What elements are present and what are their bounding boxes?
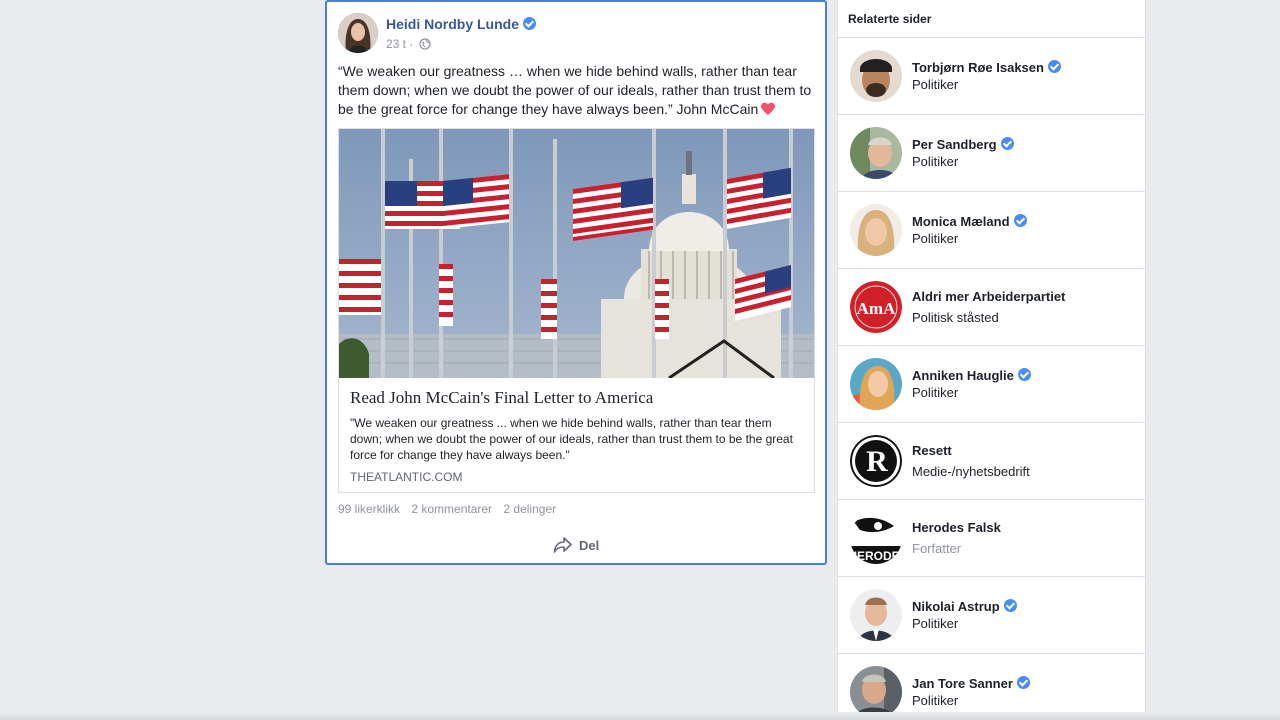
related-item[interactable]: HERODE Herodes Falsk Forfatter	[838, 500, 1145, 577]
verified-badge-icon	[1017, 368, 1031, 381]
related-avatar	[850, 127, 902, 179]
related-avatar	[850, 589, 902, 641]
related-name: Nikolai Astrup	[912, 599, 1000, 614]
related-item[interactable]: AmA Aldri mer Arbeiderpartiet Politisk s…	[838, 269, 1145, 346]
related-category: Politiker	[912, 77, 959, 92]
related-avatar: AmA	[850, 281, 902, 333]
post-text: “We weaken our greatness … when we hide …	[338, 63, 812, 117]
post-card: Heidi Nordby Lunde 23 t · “We weaken our…	[325, 0, 827, 565]
related-name: Monica Mæland	[912, 214, 1010, 229]
link-preview-image[interactable]	[339, 129, 814, 378]
related-category: Medie-/nyhetsbedrift	[912, 464, 1030, 479]
related-category: Forfatter	[912, 541, 962, 556]
link-description: "We weaken our greatness ... when we hid…	[350, 416, 793, 462]
related-category: Politiker	[912, 693, 959, 708]
related-category: Politiker	[912, 231, 959, 246]
related-category: Politiker	[912, 385, 959, 400]
resett-logo-text: R	[866, 445, 888, 478]
related-avatar: HERODE	[850, 512, 902, 564]
post-time[interactable]: 23 t ·	[386, 37, 413, 51]
related-avatar: R	[850, 435, 902, 487]
related-category: Politiker	[912, 616, 959, 631]
related-avatar	[850, 204, 902, 256]
related-item[interactable]: Nikolai Astrup Politiker	[838, 577, 1145, 654]
related-name: Jan Tore Sanner	[912, 676, 1013, 691]
related-name: Anniken Hauglie	[912, 368, 1014, 383]
heart-emoji-icon	[761, 102, 776, 115]
verified-badge-icon	[523, 17, 536, 30]
post-header: Heidi Nordby Lunde 23 t ·	[338, 13, 808, 55]
verified-badge-icon	[1013, 214, 1027, 227]
share-icon	[553, 537, 572, 553]
related-name: Per Sandberg	[912, 137, 997, 152]
likes-count[interactable]: 99 likerklikk	[338, 502, 400, 516]
related-name: Aldri mer Arbeiderpartiet	[912, 289, 1066, 304]
share-label: Del	[579, 537, 600, 553]
verified-badge-icon	[1016, 676, 1030, 689]
related-avatar	[850, 666, 902, 718]
link-preview-card[interactable]: Read John McCain's Final Letter to Ameri…	[338, 128, 815, 493]
globe-icon	[419, 38, 431, 50]
shares-count[interactable]: 2 delinger	[503, 502, 556, 516]
related-name: Resett	[912, 443, 952, 458]
related-item[interactable]: Per Sandberg Politiker	[838, 115, 1145, 192]
related-pages-header: Relaterte sider	[838, 0, 1145, 38]
related-item[interactable]: R Resett Medie-/nyhetsbedrift	[838, 423, 1145, 500]
link-domain: THEATLANTIC.COM	[350, 470, 463, 484]
herodes-logo-text: HERODE	[850, 549, 900, 563]
verified-badge-icon	[1047, 60, 1061, 73]
ama-logo-text: AmA	[857, 299, 896, 318]
author-avatar[interactable]	[338, 13, 378, 53]
verified-badge-icon	[1003, 599, 1017, 612]
post-stats: 99 likerklikk 2 kommentarer 2 delinger	[338, 502, 564, 516]
related-category: Politiker	[912, 154, 959, 169]
link-preview-body[interactable]: Read John McCain's Final Letter to Ameri…	[339, 378, 814, 492]
related-name: Herodes Falsk	[912, 520, 1001, 535]
author-name[interactable]: Heidi Nordby Lunde	[386, 16, 536, 32]
related-item[interactable]: Jan Tore Sanner Politiker	[838, 654, 1145, 720]
share-button[interactable]: Del	[553, 534, 599, 556]
related-item[interactable]: Anniken Hauglie Politiker	[838, 346, 1145, 423]
related-name: Torbjørn Røe Isaksen	[912, 60, 1044, 75]
related-category: Politisk ståsted	[912, 310, 999, 325]
comments-count[interactable]: 2 kommentarer	[411, 502, 492, 516]
related-item[interactable]: Monica Mæland Politiker	[838, 192, 1145, 269]
bottom-edge-shadow	[0, 712, 1280, 720]
related-item[interactable]: Torbjørn Røe Isaksen Politiker	[838, 38, 1145, 115]
post-meta: 23 t ·	[386, 37, 431, 51]
related-avatar	[850, 358, 902, 410]
related-pages-panel: Relaterte sider Torbjørn Røe Isaksen Pol…	[837, 0, 1146, 720]
verified-badge-icon	[1000, 137, 1014, 150]
link-title[interactable]: Read John McCain's Final Letter to Ameri…	[350, 388, 805, 408]
related-avatar	[850, 50, 902, 102]
